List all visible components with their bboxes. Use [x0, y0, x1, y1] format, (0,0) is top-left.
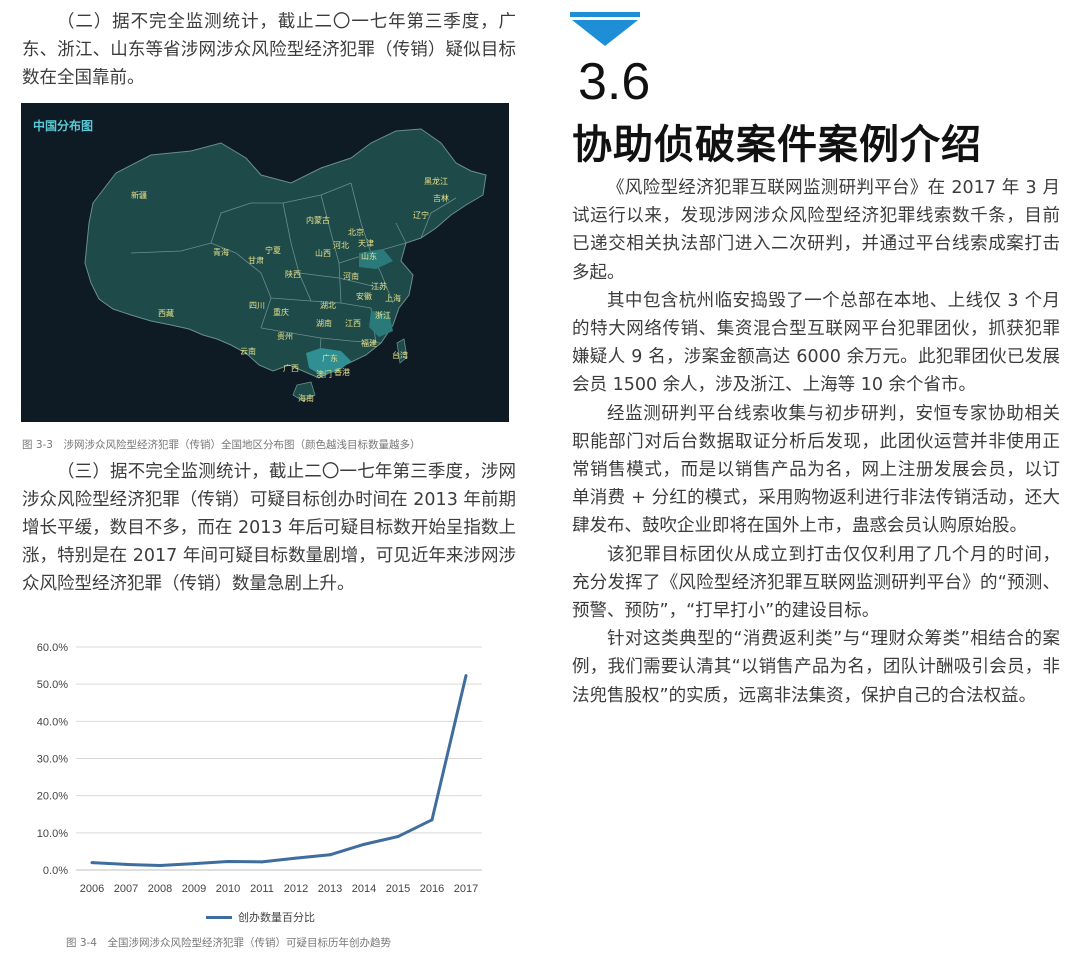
case-paragraph-3: 经监测研判平台线索收集与初步研判，安恒专家协助相关职能部门对后台数据取证分析后发… [572, 403, 1060, 537]
paragraph-distribution-intro: （二）据不完全监测统计，截止二〇一七年第三季度，广东、浙江、山东等省涉网涉众风险… [22, 12, 516, 88]
section-number: 3.6 [578, 53, 651, 111]
province-label: 黑龙江 [424, 176, 448, 186]
x-tick-label: 2017 [454, 883, 478, 892]
y-tick-label: 40.0% [37, 716, 68, 728]
x-tick-label: 2009 [182, 883, 206, 892]
province-label: 山西 [315, 248, 331, 258]
province-label: 江苏 [371, 281, 387, 291]
y-tick-label: 30.0% [37, 754, 68, 766]
figure-caption-map: 图 3-3 涉网涉众风险型经济犯罪（传销）全国地区分布图（颜色越浅目标数量越多） [22, 439, 421, 451]
figure-caption-chart: 图 3-4 全国涉网涉众风险型经济犯罪（传销）可疑目标历年创办趋势 [66, 937, 391, 949]
y-tick-label: 60.0% [37, 642, 68, 654]
province-label: 辽宁 [413, 210, 429, 220]
y-tick-label: 0.0% [43, 865, 68, 877]
data-point [464, 674, 468, 678]
province-label: 云南 [240, 346, 256, 356]
x-tick-label: 2011 [250, 883, 274, 892]
section-title: 协助侦破案件案例介绍 [572, 122, 982, 168]
x-tick-label: 2010 [216, 883, 240, 892]
province-label: 台湾 [392, 350, 408, 360]
province-label: 吉林 [433, 193, 449, 203]
legend-line-swatch [206, 915, 232, 919]
section-marker-triangle-icon [570, 12, 640, 46]
province-label: 陕西 [285, 269, 301, 279]
province-label: 广西 [283, 363, 299, 373]
province-label: 福建 [361, 338, 377, 348]
data-point [158, 864, 162, 868]
province-label: 湖南 [316, 318, 332, 328]
legend-label: 创办数量百分比 [238, 911, 315, 924]
y-tick-label: 50.0% [37, 679, 68, 691]
case-paragraph-5: 针对这类典型的“消费返利类”与“理财众筹类”相结合的案例，我们需要认清其“以销售… [572, 629, 1060, 706]
data-point [192, 862, 196, 866]
x-tick-label: 2016 [420, 883, 444, 892]
province-label: 新疆 [131, 190, 147, 200]
province-label: 广东 [322, 353, 338, 363]
province-label: 河北 [333, 240, 349, 250]
x-tick-label: 2006 [80, 883, 104, 892]
data-point [226, 859, 230, 863]
x-tick-label: 2007 [114, 883, 138, 892]
china-map-graphic: 新疆西藏 青海甘肃宁夏 内蒙古 黑龙江吉林辽宁北京天津河北山西 山东陕西 河南四川重庆 湖北… [84, 128, 487, 403]
province-label: 四川 [249, 301, 265, 310]
x-tick-label: 2015 [386, 883, 410, 892]
province-label: 青海 [213, 247, 229, 257]
province-label: 内蒙古 [306, 215, 330, 225]
province-label: 宁夏 [265, 245, 281, 255]
data-point [124, 862, 128, 866]
province-label: 香港 [334, 367, 350, 377]
trend-line-chart: 0.0% 10.0% 20.0% 30.0% 40.0% 50.0% 60.0% 2006 20… [37, 642, 482, 892]
y-tick-label: 20.0% [37, 791, 68, 803]
china-distribution-map: 中国分布图 新疆西藏青海甘肃宁夏内蒙古黑龙江吉林辽宁北京天津 [21, 103, 509, 422]
province-label: 山东 [361, 251, 377, 261]
x-tick-label: 2008 [148, 883, 172, 892]
province-label: 海南 [298, 393, 314, 403]
data-point [396, 835, 400, 839]
data-point [294, 856, 298, 860]
chart-legend: 创办数量百分比 [206, 909, 315, 925]
province-label: 北京 [348, 227, 364, 237]
province-label: 安徽 [356, 291, 372, 301]
province-label: 浙江 [375, 310, 391, 320]
province-label: 西藏 [158, 308, 174, 318]
data-point [260, 860, 264, 864]
case-study-body: 《风险型经济犯罪互联网监测研判平台》在 2017 年 3 月试运行以来，发现涉网… [572, 174, 1060, 710]
y-tick-label: 10.0% [37, 828, 68, 840]
series-line [91, 675, 468, 868]
province-label: 江西 [345, 319, 361, 328]
province-label: 湖北 [320, 301, 336, 310]
province-label: 澳门 [316, 369, 332, 379]
x-tick-label: 2014 [352, 883, 376, 892]
province-label: 贵州 [277, 331, 293, 341]
x-tick-label: 2012 [284, 883, 308, 892]
case-paragraph-1: 《风险型经济犯罪互联网监测研判平台》在 2017 年 3 月试运行以来，发现涉网… [572, 178, 1060, 283]
province-label: 上海 [385, 293, 401, 303]
data-point [430, 818, 434, 822]
data-point [328, 853, 332, 857]
province-label: 河南 [343, 271, 359, 281]
case-paragraph-2: 其中包含杭州临安捣毁了一个总部在本地、上线仅 3 个月的特大网络传销、集资混合型… [572, 290, 1060, 396]
province-label: 重庆 [273, 307, 289, 317]
data-point [90, 861, 94, 865]
data-point [362, 842, 366, 846]
case-paragraph-4: 该犯罪目标团伙从成立到打击仅仅利用了几个月的时间，充分发挥了《风险型经济犯罪互联… [572, 544, 1060, 622]
paragraph-trend-intro: （三）据不完全监测统计，截止二〇一七年第三季度，涉网涉众风险型经济犯罪（传销）可… [22, 462, 516, 594]
x-tick-label: 2013 [318, 883, 342, 892]
province-label: 甘肃 [248, 255, 264, 265]
province-label: 天津 [358, 238, 374, 248]
